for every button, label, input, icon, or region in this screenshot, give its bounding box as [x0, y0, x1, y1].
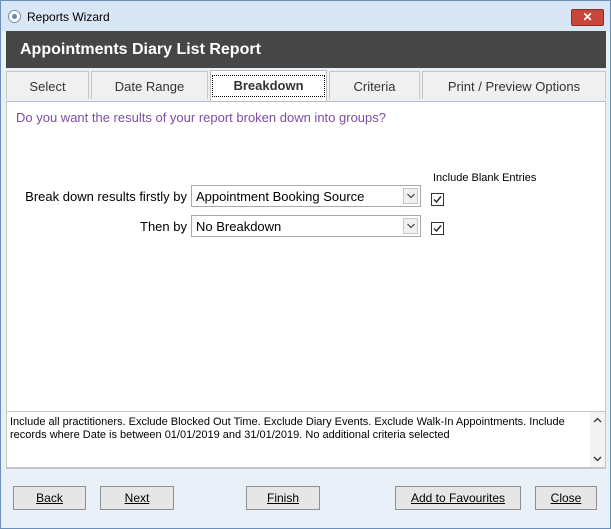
tab-criteria[interactable]: Criteria: [329, 71, 420, 99]
add-to-favourites-button[interactable]: Add to Favourites: [395, 486, 521, 510]
chevron-down-icon[interactable]: [403, 218, 418, 234]
include-blank-entries-label: Include Blank Entries: [433, 172, 537, 184]
first-breakdown-value: Appointment Booking Source: [196, 189, 365, 204]
app-icon: [8, 10, 21, 23]
report-header: Appointments Diary List Report: [6, 31, 606, 68]
scroll-up-icon[interactable]: [593, 417, 602, 423]
next-button[interactable]: Next: [100, 486, 174, 510]
wizard-tabs: Select Date Range Breakdown Criteria Pri…: [6, 70, 606, 101]
second-breakdown-value: No Breakdown: [196, 219, 282, 234]
second-breakdown-select[interactable]: No Breakdown: [191, 215, 421, 237]
tab-date-range[interactable]: Date Range: [91, 71, 208, 99]
first-include-blank-checkbox[interactable]: [431, 193, 444, 206]
finish-button-label: Finish: [266, 491, 299, 505]
report-title: Appointments Diary List Report: [20, 41, 261, 58]
add-to-favourites-label: Add to Favourites: [410, 491, 506, 505]
scroll-down-icon[interactable]: [593, 456, 602, 462]
criteria-summary-text: Include all practitioners. Exclude Block…: [10, 416, 565, 441]
tab-print-preview-options[interactable]: Print / Preview Options: [422, 71, 606, 99]
criteria-summary-box: Include all practitioners. Exclude Block…: [6, 411, 606, 468]
second-include-blank-checkbox[interactable]: [431, 222, 444, 235]
first-breakdown-select[interactable]: Appointment Booking Source: [191, 185, 421, 207]
tab-breakdown[interactable]: Breakdown: [210, 70, 327, 101]
back-button-label: Back: [36, 491, 63, 505]
window-close-button[interactable]: ✕: [571, 9, 604, 26]
window-title: Reports Wizard: [27, 10, 110, 24]
next-button-label: Next: [124, 491, 150, 505]
back-button[interactable]: Back: [13, 486, 86, 510]
tab-select[interactable]: Select: [6, 71, 89, 99]
breakdown-question: Do you want the results of your report b…: [16, 110, 386, 125]
second-breakdown-label: Then by: [140, 219, 187, 234]
finish-button[interactable]: Finish: [246, 486, 320, 510]
first-breakdown-label: Break down results firstly by: [25, 189, 187, 204]
tab-breakdown-label: Breakdown: [212, 75, 325, 97]
close-button-label: Close: [550, 491, 582, 505]
chevron-down-icon[interactable]: [403, 188, 418, 204]
summary-scrollbar[interactable]: [590, 412, 605, 467]
close-button[interactable]: Close: [535, 486, 597, 510]
reports-wizard-window: Reports Wizard ✕ Appointments Diary List…: [0, 0, 611, 529]
title-bar: Reports Wizard ✕: [1, 1, 610, 31]
